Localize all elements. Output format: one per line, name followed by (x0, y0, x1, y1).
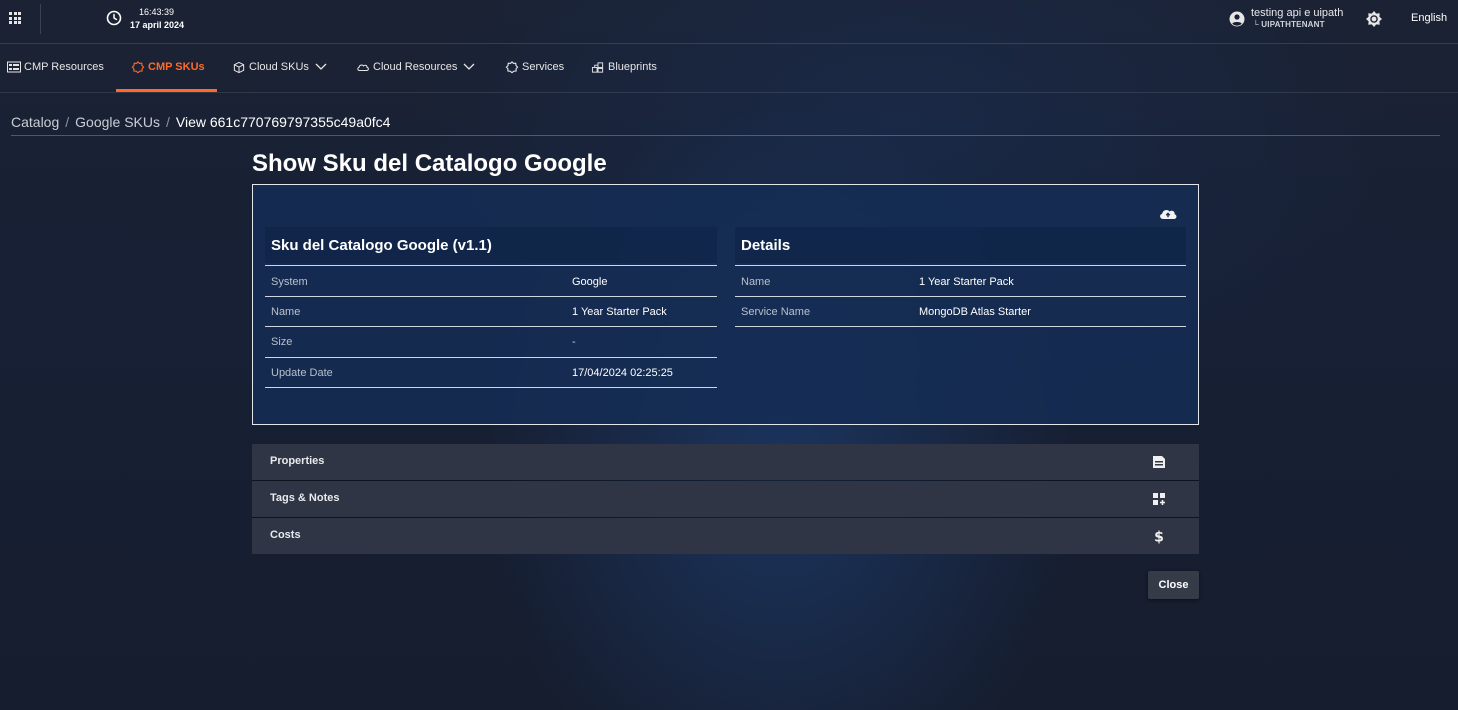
clock-time: 16:43:39 (139, 7, 175, 17)
field-value-detail-name: 1 Year Starter Pack (919, 276, 1014, 288)
account-icon[interactable] (1229, 11, 1245, 27)
sku-section-title: Sku del Catalogo Google (v1.1) (271, 237, 492, 254)
breadcrumb-divider (11, 135, 1440, 136)
tab-cmp-resources[interactable]: CMP Resources (7, 44, 104, 90)
chevron-down-icon (463, 63, 475, 70)
row-divider (265, 265, 717, 266)
field-value-name: 1 Year Starter Pack (572, 306, 667, 318)
divider (40, 4, 41, 34)
brightness-icon[interactable] (1365, 10, 1383, 28)
field-value-system: Google (572, 276, 608, 288)
save-icon (1153, 456, 1165, 468)
field-value-update-date: 17/04/2024 02:25:25 (572, 367, 673, 379)
breadcrumb-google-skus[interactable]: Google SKUs (75, 114, 160, 130)
field-label-name: Name (271, 306, 301, 318)
field-value-size: - (572, 336, 576, 348)
accordion-label: Costs (270, 529, 301, 541)
gear-icon (505, 60, 519, 73)
tab-label: CMP Resources (24, 61, 104, 73)
tab-label: Cloud Resources (373, 61, 458, 73)
breadcrumb-separator: / (165, 114, 170, 130)
breadcrumb-separator: / (65, 114, 70, 130)
row-divider (735, 296, 1186, 297)
chevron-down-icon (315, 63, 327, 70)
gear-icon (131, 60, 145, 73)
field-label-size: Size (271, 336, 293, 348)
tab-label: CMP SKUs (148, 61, 205, 73)
accordion-properties[interactable]: Properties (252, 444, 1199, 480)
row-divider (265, 296, 717, 297)
row-divider (265, 357, 717, 358)
field-value-service-name: MongoDB Atlas Starter (919, 306, 1031, 318)
breadcrumb-current: View 661c770769797355c49a0fc4 (175, 114, 391, 130)
add-widget-icon (1153, 493, 1165, 505)
accordion-label: Properties (270, 455, 325, 467)
tab-blueprints[interactable]: Blueprints (591, 44, 657, 90)
dollar-icon: $ (1154, 530, 1164, 545)
cloud-icon (357, 64, 369, 71)
cloud-upload-icon[interactable] (1158, 205, 1178, 221)
top-bar: 16:43:39 17 april 2024 testing api e uip… (0, 0, 1458, 44)
main-nav: CMP Resources CMP SKUs Cloud SKUs Cloud … (0, 44, 1458, 93)
tab-services[interactable]: Services (505, 44, 564, 90)
field-label-update-date: Update Date (271, 367, 333, 379)
blueprint-icon (591, 61, 604, 73)
user-name[interactable]: testing api e uipath (1251, 7, 1343, 19)
tab-cmp-skus[interactable]: CMP SKUs (131, 44, 205, 90)
box-icon (233, 61, 245, 73)
user-tenant: └ UIPATHTENANT (1253, 20, 1325, 29)
clock-icon (106, 10, 122, 26)
details-section-title: Details (741, 237, 791, 254)
list-icon (7, 61, 21, 73)
accordion-costs[interactable]: Costs $ (252, 518, 1199, 554)
svg-text:$: $ (1154, 530, 1164, 545)
breadcrumb-catalog[interactable]: Catalog (11, 114, 59, 130)
field-label-service-name: Service Name (741, 306, 811, 318)
breadcrumb: Catalog / Google SKUs / View 661c77076979735… (11, 114, 390, 130)
language-selector[interactable]: English (1411, 12, 1447, 24)
apps-grid-icon[interactable] (9, 12, 21, 24)
tab-label: Blueprints (608, 61, 657, 73)
active-tab-indicator (116, 89, 217, 92)
field-label-detail-name: Name (741, 276, 771, 288)
row-divider (735, 265, 1186, 266)
close-button[interactable]: Close (1148, 571, 1199, 599)
field-label-system: System (271, 276, 308, 288)
tab-label: Cloud SKUs (249, 61, 309, 73)
tab-cloud-skus[interactable]: Cloud SKUs (232, 44, 327, 90)
section-header-bg (735, 227, 1186, 263)
accordion-tags-notes[interactable]: Tags & Notes (252, 481, 1199, 517)
clock-date: 17 april 2024 (130, 20, 185, 30)
sku-detail-card: Sku del Catalogo Google (v1.1) System Go… (252, 184, 1199, 425)
page-title: Show Sku del Catalogo Google (252, 150, 607, 177)
accordion-label: Tags & Notes (270, 492, 340, 504)
row-divider (265, 326, 717, 327)
row-divider (265, 387, 717, 388)
tab-cloud-resources[interactable]: Cloud Resources (356, 44, 475, 90)
tab-label: Services (522, 61, 565, 73)
row-divider (735, 326, 1186, 327)
